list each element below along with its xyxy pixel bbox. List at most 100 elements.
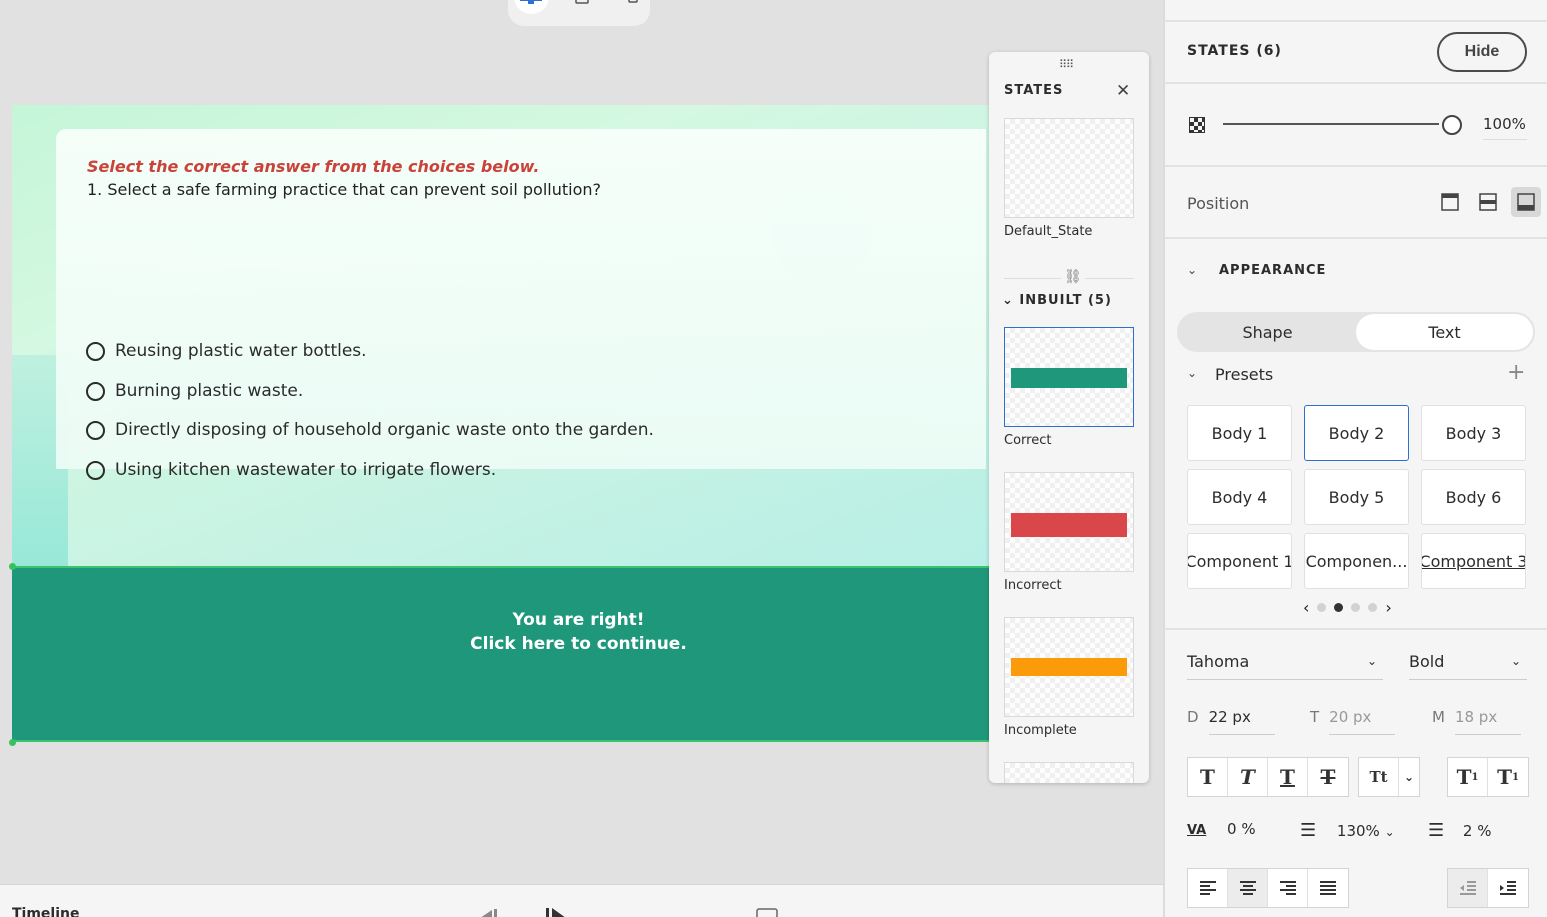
line-height[interactable]: ☰ 130% ⌄ [1300,820,1395,841]
thumb-bar [1011,513,1127,537]
choice-option[interactable]: Using kitchen wastewater to irrigate flo… [86,460,496,480]
divider [1165,628,1547,630]
captions-icon[interactable] [756,907,780,917]
radio-button[interactable] [86,381,105,401]
superscript-icon[interactable]: T1 [1448,758,1488,796]
choice-option[interactable]: Burning plastic waste. [86,381,303,401]
chevron-down-icon: ⌄ [1002,293,1020,308]
states-popover-title: STATES [1004,83,1064,98]
position-bottom-button[interactable] [1511,187,1541,217]
state-label-incorrect: Incorrect [1004,578,1062,593]
tablet-view-button[interactable] [565,0,600,14]
state-thumb-correct[interactable] [1004,327,1134,427]
state-thumb-incorrect[interactable] [1004,472,1134,572]
step-back-icon[interactable] [476,905,500,917]
states-count-title: STATES (6) [1187,43,1282,59]
pager-dot[interactable] [1368,603,1378,612]
pager-dot[interactable] [1351,603,1361,612]
chevron-down-icon[interactable]: ⌄ [1187,366,1197,380]
size-mobile-value[interactable]: 18 px [1454,708,1521,735]
preset-button[interactable]: Body 6 [1421,469,1526,525]
state-thumb-incomplete[interactable] [1004,617,1134,717]
preset-button[interactable]: Component 3 [1421,533,1526,589]
radio-button[interactable] [86,341,105,361]
outdent-icon[interactable] [1448,869,1488,907]
preset-button[interactable]: Componen... [1304,533,1409,589]
position-middle-button[interactable] [1473,187,1503,217]
chevron-left-icon[interactable]: ‹ [1303,598,1309,617]
font-weight-select[interactable]: Bold ⌄ [1409,652,1527,680]
chevron-down-icon[interactable]: ⌄ [1187,263,1197,277]
pager-dot[interactable] [1334,603,1344,612]
opacity-value[interactable]: 100% [1483,115,1527,140]
state-thumb-more[interactable] [1004,762,1134,783]
align-left-icon[interactable] [1188,869,1228,907]
inbuilt-header[interactable]: ⌄ INBUILT (5) [1002,293,1112,308]
presets-header[interactable]: Presets [1215,365,1273,384]
tab-shape[interactable]: Shape [1179,314,1356,350]
size-tablet-value[interactable]: 20 px [1329,708,1396,735]
timeline-label[interactable]: Timeline [12,906,80,917]
align-center-icon[interactable] [1228,869,1268,907]
subscript-icon[interactable]: T1 [1488,758,1528,796]
align-right-icon[interactable] [1268,869,1308,907]
line-height-value[interactable]: 130% [1337,822,1380,840]
choice-option[interactable]: Reusing plastic water bottles. [86,341,367,361]
resize-handle[interactable] [9,563,16,570]
preset-button[interactable]: Body 2 [1304,405,1409,461]
text-case-icon[interactable]: Tt [1359,758,1399,796]
size-mobile[interactable]: M 18 px [1432,708,1521,735]
size-desktop-value[interactable]: 22 px [1208,708,1275,735]
resize-handle[interactable] [9,739,16,746]
feedback-banner[interactable]: You are right! Click here to continue. [12,566,989,742]
chevron-right-icon[interactable]: › [1385,598,1391,617]
letter-spacing[interactable]: VA 0 % [1187,820,1256,838]
hide-button[interactable]: Hide [1437,32,1527,72]
underline-icon[interactable]: T [1268,758,1308,796]
play-icon[interactable] [546,905,570,917]
unlink-icon[interactable]: ⛓ [1061,269,1085,285]
size-tablet-label: T [1310,708,1320,726]
strikethrough-icon[interactable]: T [1308,758,1348,796]
letter-spacing-value[interactable]: 0 % [1227,820,1256,838]
choice-label: Using kitchen wastewater to irrigate flo… [115,460,497,480]
add-preset-icon[interactable]: + [1507,360,1525,385]
mobile-view-button[interactable] [615,0,650,14]
preset-button[interactable]: Body 3 [1421,405,1526,461]
state-thumb-default[interactable] [1004,118,1134,218]
preset-button[interactable]: Component 1 [1187,533,1292,589]
radio-button[interactable] [86,460,105,480]
italic-icon[interactable]: T [1228,758,1268,796]
appearance-header[interactable]: APPEARANCE [1219,263,1326,278]
text-case-dropdown[interactable]: Tt ⌄ [1358,757,1420,797]
size-tablet[interactable]: T 20 px [1310,708,1396,735]
paragraph-spacing-value[interactable]: 2 % [1463,822,1492,840]
chevron-down-icon: ⌄ [1510,654,1521,668]
desktop-view-button[interactable] [514,0,549,14]
indent-icon[interactable] [1488,869,1528,907]
align-justify-icon[interactable] [1308,869,1348,907]
position-top-button[interactable] [1435,187,1465,217]
choice-option[interactable]: Directly disposing of household organic … [86,420,654,440]
preset-button[interactable]: Body 4 [1187,469,1292,525]
presets-pager: ‹ › [1303,598,1392,617]
drag-grip-icon[interactable]: ⠿⠿ [1059,58,1074,71]
preset-button[interactable]: Body 1 [1187,405,1292,461]
pager-dot[interactable] [1317,603,1327,612]
line-height-icon: ☰ [1300,820,1317,841]
preset-button[interactable]: Body 5 [1304,469,1409,525]
mobile-icon [627,0,638,3]
size-desktop[interactable]: D 22 px [1187,708,1275,735]
close-icon[interactable]: ✕ [1116,81,1130,101]
tab-text[interactable]: Text [1356,314,1533,350]
size-mobile-label: M [1432,708,1445,726]
bold-icon[interactable]: T [1188,758,1228,796]
font-family-select[interactable]: Tahoma ⌄ [1187,652,1383,680]
chevron-down-icon[interactable]: ⌄ [1399,758,1419,796]
opacity-slider-track[interactable] [1223,123,1439,125]
align-middle-icon [1479,193,1497,211]
chevron-down-icon[interactable]: ⌄ [1385,825,1395,839]
radio-button[interactable] [86,420,105,440]
opacity-slider-thumb[interactable] [1442,115,1462,135]
paragraph-spacing[interactable]: ☰ 2 % [1428,820,1492,841]
